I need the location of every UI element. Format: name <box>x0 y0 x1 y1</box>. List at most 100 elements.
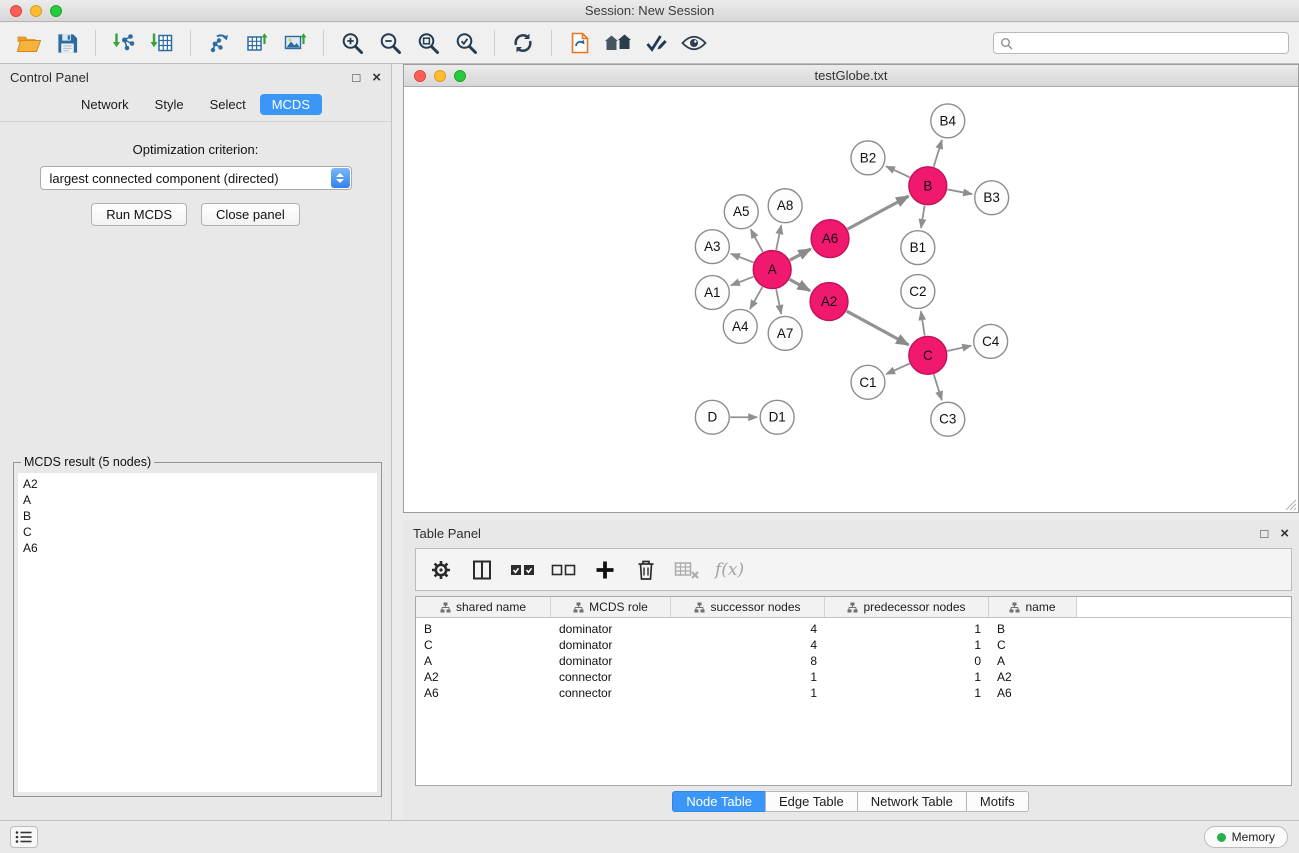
edge-B-B4[interactable] <box>934 140 942 167</box>
table-cell[interactable]: C <box>989 637 1077 653</box>
network-graph[interactable]: B4B2BB3A8A5A6A3B1AC2A1A2A4A7C4CC1DD1C3 <box>404 87 1298 512</box>
table-row[interactable]: A6connector11A6 <box>416 685 1291 701</box>
table-cell[interactable]: dominator <box>551 637 671 653</box>
deselect-all-button[interactable] <box>551 556 577 584</box>
node-A7[interactable]: A7 <box>768 316 802 350</box>
minimize-view-button[interactable] <box>434 70 446 82</box>
select-all-button[interactable] <box>510 556 536 584</box>
node-A6[interactable]: A6 <box>811 220 849 258</box>
node-B1[interactable]: B1 <box>901 231 935 265</box>
table-cell[interactable]: 8 <box>671 653 825 669</box>
table-cell[interactable]: 1 <box>825 621 989 637</box>
node-A3[interactable]: A3 <box>695 230 729 264</box>
float-panel-icon[interactable]: □ <box>352 71 360 84</box>
node-B3[interactable]: B3 <box>975 181 1009 215</box>
edge-C-C4[interactable] <box>947 346 971 351</box>
show-panel-button[interactable] <box>10 826 38 848</box>
table-row[interactable]: Adominator80A <box>416 653 1291 669</box>
node-D1[interactable]: D1 <box>760 400 794 434</box>
table-row[interactable]: Cdominator41C <box>416 637 1291 653</box>
result-item[interactable]: A6 <box>23 540 372 556</box>
edge-C-C3[interactable] <box>934 374 942 400</box>
mcds-result-list[interactable]: A2ABCA6 <box>18 473 377 792</box>
table-cell[interactable]: dominator <box>551 653 671 669</box>
maximize-view-button[interactable] <box>454 70 466 82</box>
optimization-criterion-select[interactable]: largest connected component (directed) <box>40 166 352 190</box>
edge-A-A2[interactable] <box>790 279 810 290</box>
node-C1[interactable]: C1 <box>851 365 885 399</box>
edge-C-C2[interactable] <box>921 311 925 335</box>
zoom-fit-button[interactable] <box>409 27 447 59</box>
edge-A-A5[interactable] <box>751 229 763 252</box>
edge-A-A8[interactable] <box>776 225 781 250</box>
node-D[interactable]: D <box>695 400 729 434</box>
node-B2[interactable]: B2 <box>851 141 885 175</box>
tab-node-table[interactable]: Node Table <box>672 791 766 812</box>
column-header-successor-nodes[interactable]: successor nodes <box>671 597 825 617</box>
float-panel-icon[interactable]: □ <box>1260 527 1268 540</box>
zoom-out-button[interactable] <box>371 27 409 59</box>
network-window-titlebar[interactable]: testGlobe.txt <box>404 65 1298 87</box>
import-table-button[interactable] <box>143 27 181 59</box>
tab-select[interactable]: Select <box>198 94 258 115</box>
maximize-window-button[interactable] <box>50 5 62 17</box>
table-cell[interactable]: A <box>416 653 551 669</box>
edge-B-B1[interactable] <box>921 205 925 227</box>
tab-network[interactable]: Network <box>69 94 141 115</box>
edge-C-C1[interactable] <box>886 364 909 375</box>
tab-style[interactable]: Style <box>143 94 196 115</box>
result-item[interactable]: B <box>23 508 372 524</box>
column-header-MCDS-role[interactable]: MCDS role <box>551 597 671 617</box>
show-graphics-details-button[interactable] <box>675 27 713 59</box>
open-session-button[interactable] <box>10 27 48 59</box>
save-session-button[interactable] <box>48 27 86 59</box>
zoom-selected-button[interactable] <box>447 27 485 59</box>
table-cell[interactable]: A2 <box>416 669 551 685</box>
home-button[interactable] <box>599 27 637 59</box>
edge-A2-C[interactable] <box>847 311 909 345</box>
table-cell[interactable]: C <box>416 637 551 653</box>
close-view-button[interactable] <box>414 70 426 82</box>
edge-A-A3[interactable] <box>731 254 754 263</box>
node-C[interactable]: C <box>909 336 947 374</box>
node-A8[interactable]: A8 <box>768 189 802 223</box>
tab-network-table[interactable]: Network Table <box>857 791 967 812</box>
column-header-predecessor-nodes[interactable]: predecessor nodes <box>825 597 989 617</box>
table-cell[interactable]: A6 <box>989 685 1077 701</box>
column-header-shared-name[interactable]: shared name <box>416 597 551 617</box>
table-cell[interactable]: dominator <box>551 621 671 637</box>
edge-A-A4[interactable] <box>750 287 762 309</box>
first-neighbors-button[interactable] <box>561 27 599 59</box>
node-A2[interactable]: A2 <box>810 283 848 321</box>
node-A5[interactable]: A5 <box>724 195 758 229</box>
export-image-button[interactable] <box>276 27 314 59</box>
table-cell[interactable]: connector <box>551 669 671 685</box>
search-input[interactable] <box>1018 36 1282 50</box>
edge-A6-B[interactable] <box>848 196 909 229</box>
minimize-window-button[interactable] <box>30 5 42 17</box>
column-header-name[interactable]: name <box>989 597 1077 617</box>
add-column-button[interactable] <box>592 556 618 584</box>
table-cell[interactable]: connector <box>551 685 671 701</box>
export-table-button[interactable] <box>238 27 276 59</box>
table-cell[interactable]: A <box>989 653 1077 669</box>
show-columns-button[interactable] <box>469 556 495 584</box>
resize-grip-icon[interactable] <box>1285 499 1297 511</box>
table-cell[interactable]: A6 <box>416 685 551 701</box>
edge-A-A1[interactable] <box>731 277 754 286</box>
table-settings-button[interactable] <box>428 556 454 584</box>
function-builder-button[interactable]: f(x) <box>715 556 744 584</box>
memory-button[interactable]: Memory <box>1204 826 1288 848</box>
table-cell[interactable]: B <box>416 621 551 637</box>
node-C3[interactable]: C3 <box>931 402 965 436</box>
table-cell[interactable]: 4 <box>671 621 825 637</box>
network-canvas[interactable]: B4B2BB3A8A5A6A3B1AC2A1A2A4A7C4CC1DD1C3 <box>404 87 1298 512</box>
close-panel-icon[interactable]: × <box>1280 526 1289 541</box>
close-panel-icon[interactable]: × <box>372 70 381 85</box>
node-A[interactable]: A <box>753 251 791 289</box>
edge-A-A6[interactable] <box>790 249 811 260</box>
result-item[interactable]: A <box>23 492 372 508</box>
node-B[interactable]: B <box>909 167 947 205</box>
node-A1[interactable]: A1 <box>695 276 729 310</box>
table-row[interactable]: A2connector11A2 <box>416 669 1291 685</box>
